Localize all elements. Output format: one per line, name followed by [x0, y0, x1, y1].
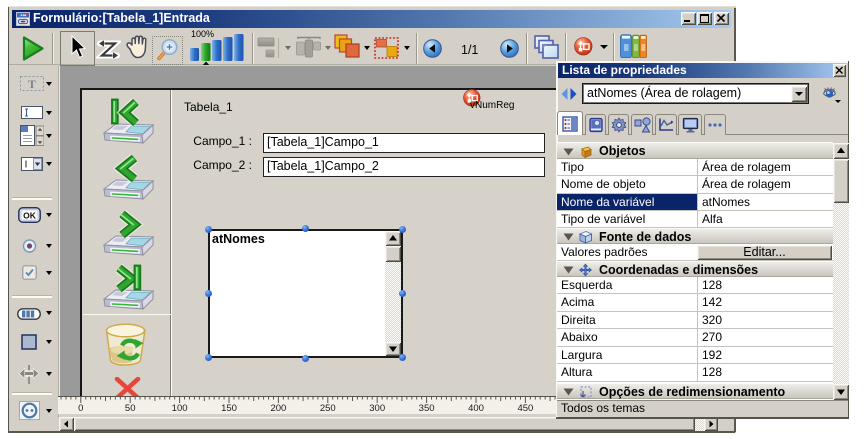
- svg-text:T: T: [28, 79, 36, 91]
- svg-text:450: 450: [517, 403, 533, 414]
- svg-text:150: 150: [221, 403, 237, 414]
- svg-text:0: 0: [78, 403, 83, 414]
- svg-text:100: 100: [172, 403, 188, 414]
- svg-text:300: 300: [369, 403, 385, 414]
- svg-text:250: 250: [320, 403, 336, 414]
- svg-text:OK: OK: [23, 211, 37, 221]
- svg-text:400: 400: [468, 403, 484, 414]
- svg-text:350: 350: [419, 403, 435, 414]
- svg-text:50: 50: [125, 403, 136, 414]
- svg-text:200: 200: [270, 403, 286, 414]
